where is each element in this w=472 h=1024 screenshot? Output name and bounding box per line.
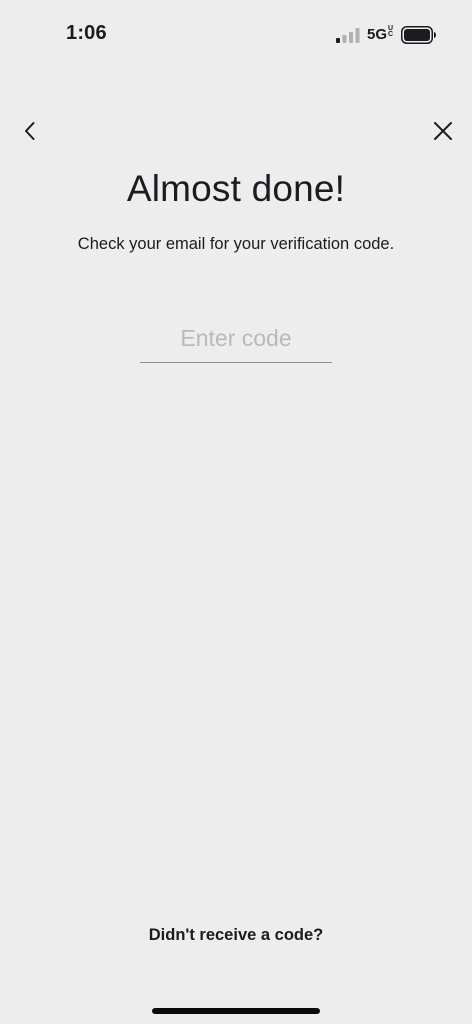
status-bar: 1:06 5GUC: [0, 0, 472, 70]
cellular-signal-icon: [336, 28, 360, 43]
status-time: 1:06: [66, 22, 107, 44]
resend-code-link[interactable]: Didn't receive a code?: [0, 926, 472, 945]
network-type: 5GUC: [367, 25, 394, 43]
battery-icon: [401, 26, 436, 44]
close-icon: [434, 122, 452, 140]
close-button[interactable]: [426, 114, 460, 148]
code-field: [140, 318, 332, 363]
instruction-text: Check your email for your verification c…: [77, 235, 395, 253]
page-title: Almost done!: [126, 168, 346, 209]
network-suffix: UC: [388, 25, 394, 38]
back-button[interactable]: [14, 114, 46, 148]
verification-code-input[interactable]: [140, 318, 332, 358]
home-indicator: [152, 1008, 320, 1014]
chevron-left-icon: [25, 122, 35, 140]
